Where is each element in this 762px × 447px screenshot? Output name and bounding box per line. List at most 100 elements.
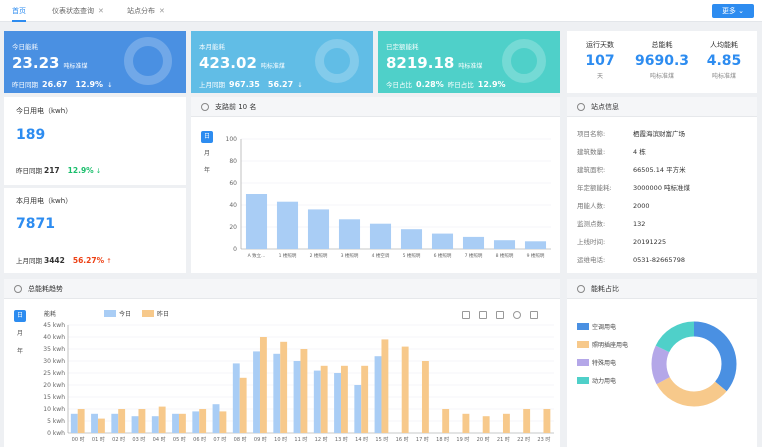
close-icon[interactable]: ✕: [98, 7, 104, 15]
data-view-icon[interactable]: [462, 311, 470, 319]
bar: [361, 365, 369, 433]
bar: [502, 413, 510, 433]
bar: [442, 409, 450, 433]
close-icon[interactable]: ✕: [159, 7, 165, 15]
legend-item: 照明插座用电: [577, 340, 628, 349]
legend-swatch: [104, 310, 116, 317]
x-tick-label: 07 时: [213, 436, 226, 443]
legend-swatch: [577, 377, 589, 384]
card-title: 今日用电（kwh）: [16, 107, 73, 115]
legend-item: 特殊用电: [577, 358, 616, 367]
segment-year[interactable]: 年: [14, 346, 26, 358]
bar: [178, 413, 186, 433]
decoration-icon: [502, 39, 546, 83]
bar: [219, 411, 227, 433]
bar: [172, 413, 179, 433]
kpi-today-energy: 今日能耗 23.23 吨标准煤 昨日同期 26.67 12.9% ↓: [4, 31, 186, 93]
legend-swatch: [142, 310, 154, 317]
segment-day[interactable]: 日: [201, 131, 213, 143]
x-tick-label: 15 时: [375, 436, 388, 443]
line-chart-icon[interactable]: [479, 311, 487, 319]
x-tick-label: 6 楼照明: [434, 252, 452, 259]
chevron-down-icon: ⌄: [738, 7, 745, 15]
y-tick-label: 25 kwh: [43, 370, 65, 377]
x-tick-label: 3 楼照明: [341, 252, 359, 259]
x-tick-label: A 致立...: [248, 252, 266, 259]
segment-day[interactable]: 日: [14, 310, 26, 322]
card-header: 能耗占比: [567, 279, 757, 299]
x-tick-label: 04 时: [153, 436, 166, 443]
station-info-card: 站点信息 项目名称: 栖霞海滨财富广场 建筑数量: 4 栋 建筑面积: 66505.1…: [567, 97, 757, 273]
y-tick-label: 0 kwh: [47, 430, 65, 437]
bar: [300, 349, 308, 433]
legend-item: 空调用电: [577, 322, 616, 331]
stat-total-energy: 总能耗 9690.3 吨标准煤: [634, 41, 690, 80]
y-tick-label: 40 kwh: [43, 334, 65, 341]
more-button[interactable]: 更多 ⌄: [712, 4, 754, 18]
segment-year[interactable]: 年: [201, 165, 213, 177]
tab-site-distribution[interactable]: 站点分布 ✕: [127, 0, 165, 22]
chart-icon: [14, 285, 22, 293]
bar: [400, 229, 423, 249]
kpi-value: 8219.18 吨标准煤: [386, 54, 483, 72]
x-tick-label: 13 时: [335, 436, 348, 443]
x-tick-label: 01 时: [92, 436, 105, 443]
summary-stats: 运行天数 107 天 总能耗 9690.3 吨标准煤 人均能耗 4.85 吨标准煤: [567, 31, 757, 93]
card-title: 本月用电（kwh）: [16, 197, 73, 205]
stat-run-days: 运行天数 107 天: [585, 41, 615, 80]
y-tick-label: 5 kwh: [47, 418, 65, 425]
x-tick-label: 16 时: [396, 436, 409, 443]
bar-chart-icon[interactable]: [496, 311, 504, 319]
bar: [338, 219, 361, 249]
x-tick-label: 08 时: [234, 436, 247, 443]
bar: [91, 413, 98, 433]
tab-meter-status[interactable]: 仪表状态查询 ✕: [52, 0, 104, 22]
top10-branch-card: 支路前 10 名 日 月 年 0 20 40 60 80 100 A 致立... 1 楼照明 2…: [191, 97, 560, 273]
x-tick-label: 03 时: [132, 436, 145, 443]
y-tick-label: 35 kwh: [43, 346, 65, 353]
bar: [381, 339, 389, 433]
kpi-title: 已定额能耗: [386, 43, 419, 51]
legend-swatch: [577, 341, 589, 348]
bar: [199, 409, 207, 433]
download-icon[interactable]: [530, 311, 538, 319]
kpi-value: 423.02 吨标准煤: [199, 54, 285, 72]
electricity-value: 189: [16, 127, 46, 143]
bar: [293, 361, 301, 433]
kpi-value: 23.23 吨标准煤: [12, 54, 88, 72]
bar: [212, 404, 220, 433]
x-tick-label: 7 楼照明: [465, 252, 483, 259]
month-electricity: 本月用电（kwh） 7871 上月同期 3442 56.27% ↑: [4, 188, 186, 273]
segment-month[interactable]: 月: [201, 148, 213, 160]
bar: [253, 351, 260, 433]
legend-item: 动力用电: [577, 376, 616, 385]
y-tick-label: 0: [233, 246, 237, 253]
energy-ratio-card: 能耗占比 空调用电 照明插座用电 特殊用电 动力用电: [567, 279, 757, 447]
energy-trend-card: 总能耗趋势 日 月 年 能耗 今日 昨日 0 kwh 5 kwh 10 kwh 15 kwh…: [4, 279, 560, 447]
bar: [259, 337, 267, 433]
kpi-title: 本月能耗: [199, 43, 225, 51]
bar: [340, 365, 348, 433]
segment-month[interactable]: 月: [14, 328, 26, 340]
bar: [138, 409, 146, 433]
electricity-value: 7871: [16, 216, 55, 232]
refresh-icon[interactable]: [513, 311, 521, 319]
today-electricity: 今日用电（kwh） 189 昨日同期 217 12.9% ↓: [4, 97, 186, 185]
info-row: 年定额能耗: 3000000 吨标准煤: [577, 184, 691, 192]
bar: [334, 373, 341, 433]
decoration-icon: [315, 39, 359, 83]
building-icon: [577, 103, 585, 111]
bar: [97, 418, 105, 433]
kpi-title: 今日能耗: [12, 43, 38, 51]
bar: [374, 356, 382, 433]
bar: [280, 341, 288, 433]
y-tick-label: 80: [229, 158, 237, 165]
bar: [239, 377, 247, 433]
x-tick-label: 22 时: [517, 436, 530, 443]
kpi-compare: 上月同期 967.35 56.27 ↓: [199, 80, 303, 89]
tab-home[interactable]: 首页: [12, 0, 26, 22]
energy-ratio-donut: [651, 321, 737, 407]
bar: [276, 201, 299, 249]
bar: [232, 363, 240, 433]
y-tick-label: 45 kwh: [43, 322, 65, 329]
